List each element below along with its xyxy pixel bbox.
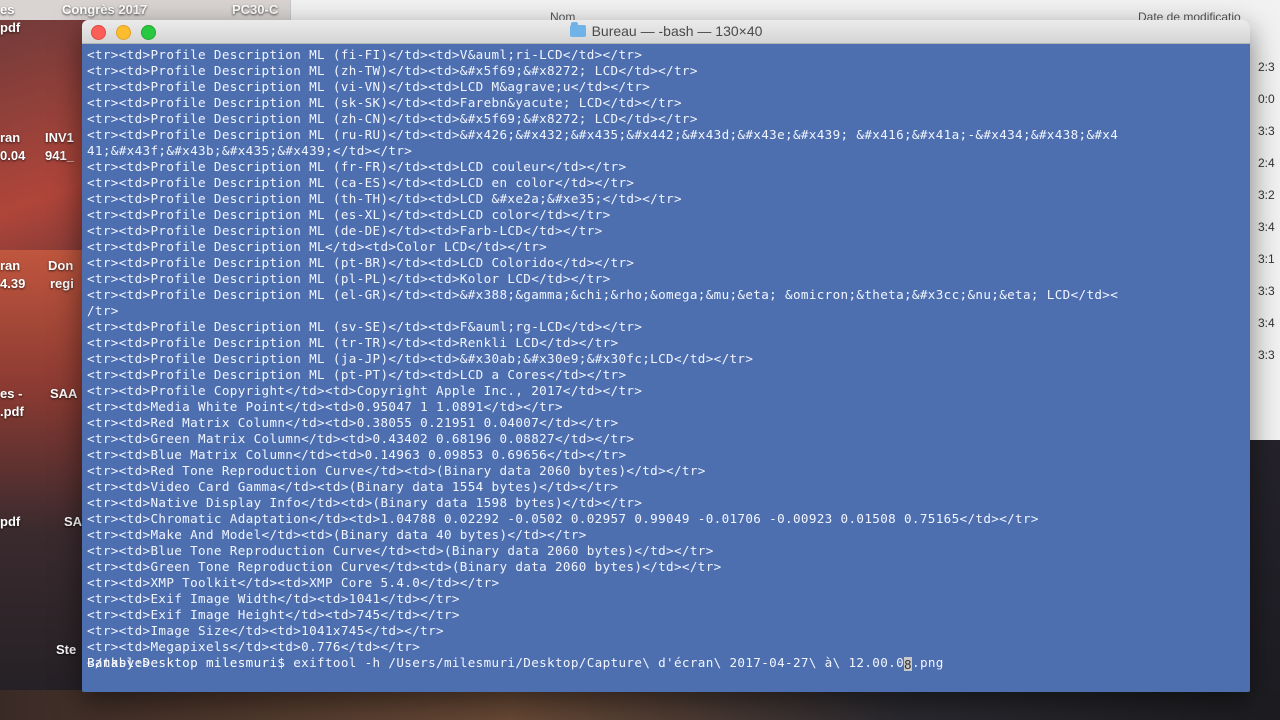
terminal-titlebar[interactable]: Bureau — -bash — 130×40	[82, 20, 1250, 44]
finder-date-fragment: 3:4	[1258, 316, 1275, 330]
finder-date-fragment: 2:3	[1258, 60, 1275, 74]
terminal-line: <tr><td>Profile Description ML (es-XL)</…	[87, 207, 611, 222]
desktop-icon-label[interactable]: Congrès 2017	[62, 2, 147, 17]
finder-date-fragment: 0:0	[1258, 92, 1275, 106]
finder-date-fragment: 3:3	[1258, 348, 1275, 362]
terminal-output[interactable]: <tr><td>Profile Description ML (fi-FI)</…	[87, 47, 1246, 692]
desktop-icon-label[interactable]: .pdf	[0, 404, 24, 419]
desktop-icon-label[interactable]: Don	[48, 258, 73, 273]
terminal-line: <tr><td>Profile Description ML (tr-TR)</…	[87, 335, 619, 350]
terminal-line: <tr><td>Exif Image Height</td><td>745</t…	[87, 607, 460, 622]
desktop-icon-label[interactable]: Ste	[56, 642, 76, 657]
terminal-line: <tr><td>Make And Model</td><td>(Binary d…	[87, 527, 587, 542]
terminal-line: <tr><td>Profile Description ML (el-GR)</…	[87, 287, 1119, 302]
terminal-line: <tr><td>Native Display Info</td><td>(Bin…	[87, 495, 643, 510]
terminal-line: <tr><td>Green Matrix Column</td><td>0.43…	[87, 431, 635, 446]
desktop-icon-label[interactable]: 4.39	[0, 276, 25, 291]
desktop-icon-label[interactable]: pdf	[0, 514, 20, 529]
terminal-line: <tr><td>XMP Toolkit</td><td>XMP Core 5.4…	[87, 575, 500, 590]
terminal-window[interactable]: Bureau — -bash — 130×40 <tr><td>Profile …	[82, 20, 1250, 692]
terminal-line: <tr><td>Profile Description ML (pl-PL)</…	[87, 271, 611, 286]
terminal-line: <tr><td>Profile Description ML (fr-FR)</…	[87, 159, 627, 174]
desktop-icon-label[interactable]: es -	[0, 386, 22, 401]
desktop-icon-label[interactable]: PC30-C	[232, 2, 278, 17]
terminal-line: <tr><td>Profile Description ML (ru-RU)</…	[87, 127, 1119, 142]
terminal-line: /tr>	[87, 303, 119, 318]
text-cursor: 8	[904, 657, 913, 672]
terminal-line: <tr><td>Profile Description ML (fi-FI)</…	[87, 47, 643, 62]
terminal-line: <tr><td>Profile Description ML (zh-CN)</…	[87, 111, 698, 126]
terminal-line: <tr><td>Green Tone Reproduction Curve</t…	[87, 559, 722, 574]
terminal-line: <tr><td>Exif Image Width</td><td>1041</t…	[87, 591, 460, 606]
desktop-icon-label[interactable]: ran	[0, 258, 20, 273]
finder-date-fragment: 3:1	[1258, 252, 1275, 266]
desktop-icon-label[interactable]: es	[0, 2, 14, 17]
desktop-wallpaper-bottom	[0, 690, 1280, 720]
desktop-icon-label[interactable]: INV1	[45, 130, 74, 145]
terminal-line: <tr><td>Profile Description ML (de-DE)</…	[87, 223, 603, 238]
terminal-line: <tr><td>Profile Description ML (th-TH)</…	[87, 191, 682, 206]
finder-date-fragment: 2:4	[1258, 156, 1275, 170]
terminal-line: <tr><td>Red Matrix Column</td><td>0.3805…	[87, 415, 619, 430]
terminal-line: <tr><td>Profile Description ML (ja-JP)</…	[87, 351, 754, 366]
terminal-line: <tr><td>Profile Description ML (vi-VN)</…	[87, 79, 651, 94]
shell-prompt: Banksy:Desktop milesmuri$	[87, 655, 294, 670]
finder-date-fragment: 3:4	[1258, 220, 1275, 234]
terminal-line: <tr><td>Profile Description ML (sv-SE)</…	[87, 319, 643, 334]
terminal-line: <tr><td>Profile Description ML</td><td>C…	[87, 239, 548, 254]
finder-date-fragment: 3:2	[1258, 188, 1275, 202]
desktop-icon-label[interactable]: ran	[0, 130, 20, 145]
folder-icon	[569, 22, 586, 37]
terminal-line: <tr><td>Media White Point</td><td>0.9504…	[87, 399, 563, 414]
window-title: Bureau — -bash — 130×40	[591, 23, 763, 39]
command-text: exiftool -h /Users/milesmuri/Desktop/Cap…	[293, 655, 905, 670]
terminal-line: <tr><td>Blue Tone Reproduction Curve</td…	[87, 543, 714, 558]
window-title-wrap: Bureau — -bash — 130×40	[82, 22, 1250, 39]
desktop-icon-label[interactable]: SAA	[50, 386, 77, 401]
terminal-line: 41;&#x43f;&#x43b;&#x435;&#x439;</td></tr…	[87, 143, 413, 158]
desktop-icon-label[interactable]: SA	[64, 514, 82, 529]
terminal-line: <tr><td>Profile Copyright</td><td>Copyri…	[87, 383, 643, 398]
finder-date-fragment: 3:3	[1258, 284, 1275, 298]
terminal-line: <tr><td>Profile Description ML (zh-TW)</…	[87, 63, 698, 78]
desktop-icon-label[interactable]: 0.04	[0, 148, 25, 163]
desktop-icon-label[interactable]: pdf	[0, 20, 20, 35]
desktop-wallpaper-mountain	[0, 250, 90, 720]
terminal-line: <tr><td>Profile Description ML (sk-SK)</…	[87, 95, 682, 110]
terminal-prompt-line[interactable]: Banksy:Desktop milesmuri$ exiftool -h /U…	[87, 655, 1246, 692]
desktop-icon-label[interactable]: regi	[50, 276, 74, 291]
terminal-line: <tr><td>Red Tone Reproduction Curve</td>…	[87, 463, 706, 478]
terminal-line: <tr><td>Profile Description ML (pt-PT)</…	[87, 367, 627, 382]
terminal-line: <tr><td>Profile Description ML (ca-ES)</…	[87, 175, 635, 190]
finder-date-fragment: 3:3	[1258, 124, 1275, 138]
terminal-line: <tr><td>Blue Matrix Column</td><td>0.149…	[87, 447, 627, 462]
command-text-tail: .png	[912, 655, 944, 670]
terminal-line: <tr><td>Video Card Gamma</td><td>(Binary…	[87, 479, 619, 494]
terminal-line: <tr><td>Image Size</td><td>1041x745</td>…	[87, 623, 444, 638]
desktop-icon-label[interactable]: 941_	[45, 148, 74, 163]
terminal-line: <tr><td>Profile Description ML (pt-BR)</…	[87, 255, 635, 270]
terminal-line: <tr><td>Chromatic Adaptation</td><td>1.0…	[87, 511, 1039, 526]
terminal-line: <tr><td>Megapixels</td><td>0.776</td></t…	[87, 639, 421, 654]
